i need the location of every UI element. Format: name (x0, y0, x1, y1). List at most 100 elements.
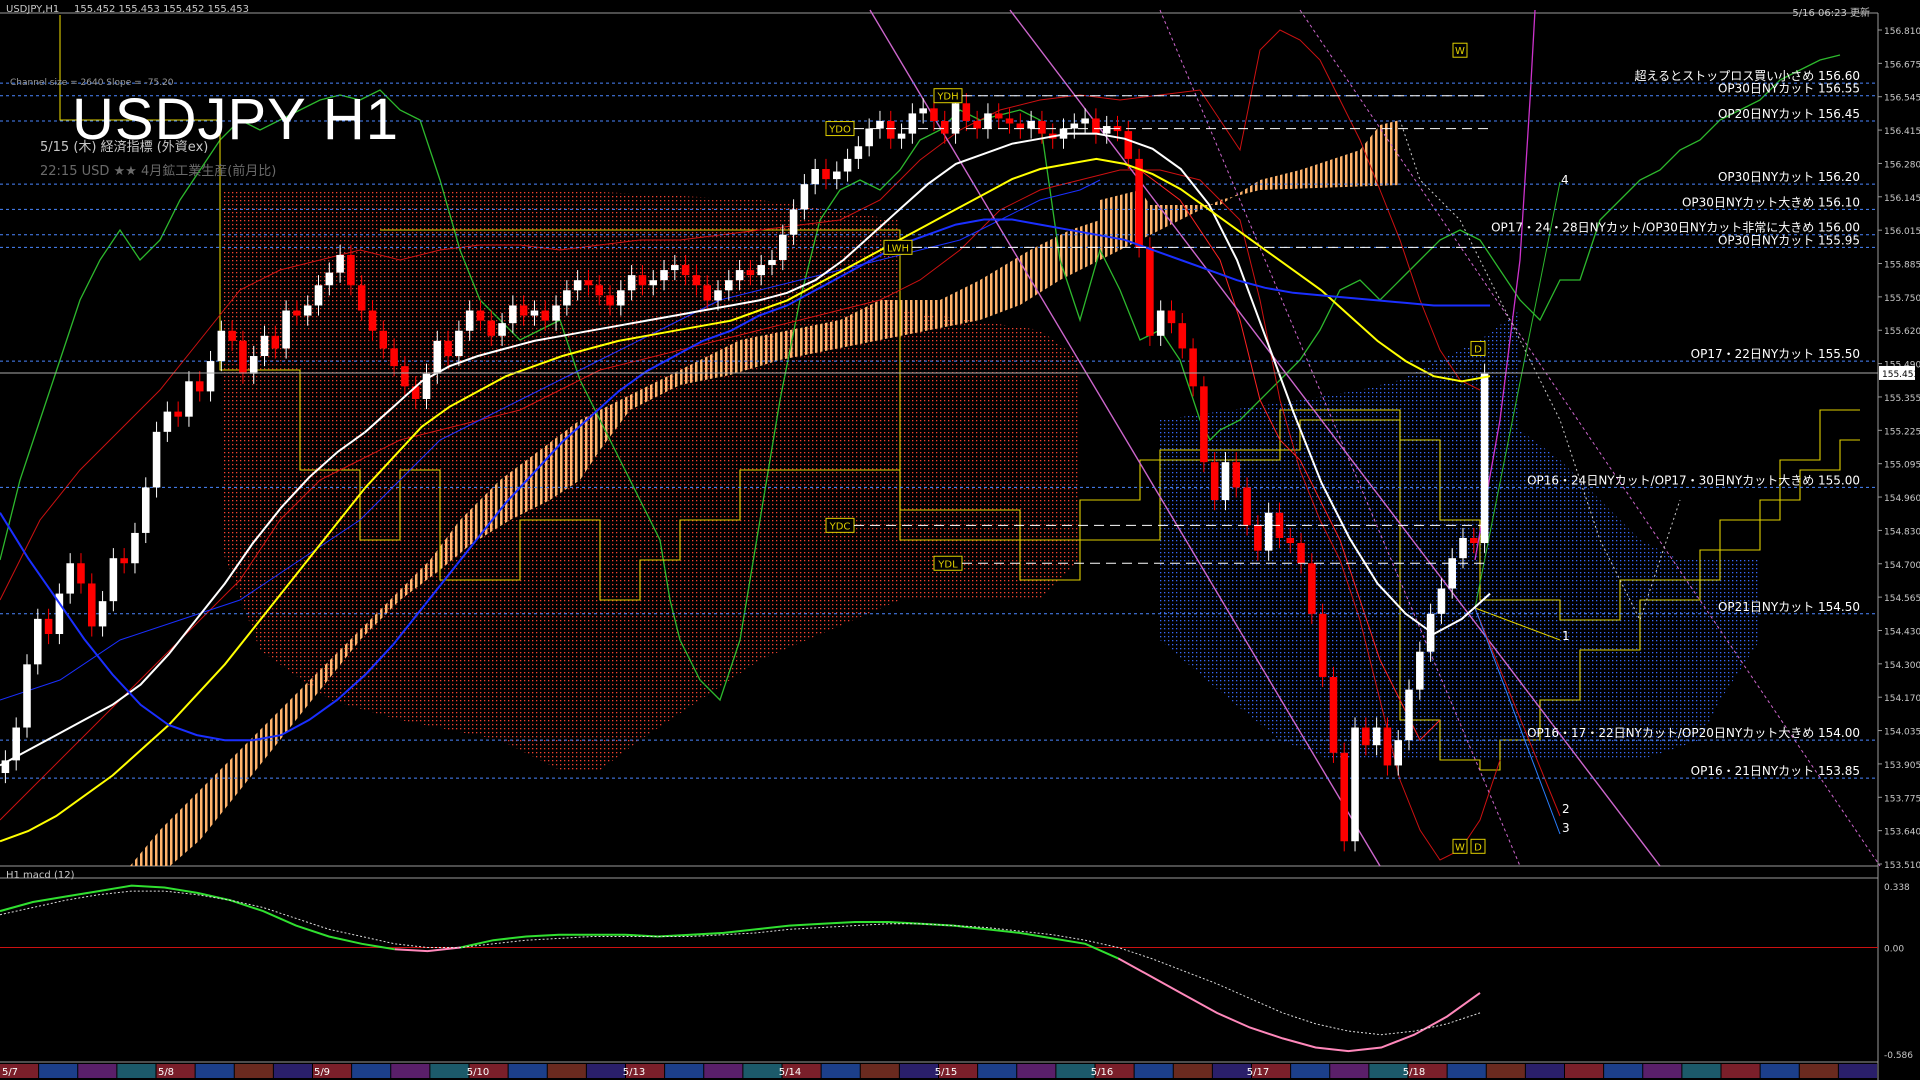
session-bar-segment (1291, 1064, 1330, 1078)
session-bar-segment (586, 1064, 625, 1078)
bull-candle (1437, 588, 1446, 614)
bear-candle (368, 310, 377, 331)
bear-candle (444, 340, 452, 357)
bear-candle (1167, 310, 1176, 324)
session-bar-segment (899, 1064, 938, 1078)
date-label: 5/10 (467, 1067, 489, 1078)
bear-candle (347, 254, 355, 286)
bull-candle (206, 361, 215, 392)
bull-candle (109, 558, 118, 602)
bear-candle (584, 280, 593, 286)
price-tick-label: 155.885 (1884, 261, 1920, 271)
price-tick-label: 154.430 (1884, 627, 1920, 637)
bear-candle (1297, 543, 1305, 564)
marker-label: YDC (829, 521, 851, 532)
bear-candle (87, 583, 96, 627)
price-tick-label: 156.145 (1884, 194, 1920, 204)
bear-candle (994, 113, 1003, 119)
bull-candle (1102, 126, 1111, 134)
price-tick-label: 154.830 (1884, 527, 1920, 537)
session-bar-segment (665, 1064, 704, 1078)
wave-label: 3 (1562, 821, 1570, 835)
bear-candle (476, 310, 485, 321)
session-bar-segment (39, 1064, 78, 1078)
bull-candle (336, 254, 344, 273)
marker-label: YDL (937, 559, 958, 570)
price-level-label: OP30日NYカット大きめ 156.10 (1682, 195, 1860, 209)
date-label: 5/8 (158, 1067, 174, 1078)
bear-candle (1329, 676, 1338, 753)
bear-candle (1005, 118, 1014, 124)
bull-candle (1459, 537, 1467, 559)
session-bar-segment (78, 1064, 117, 1078)
bear-candle (1232, 462, 1241, 488)
bear-candle (1470, 537, 1478, 544)
bull-candle (282, 310, 290, 349)
bull-candle (498, 323, 506, 336)
session-bar-segment (508, 1064, 547, 1078)
bull-candle (455, 330, 463, 357)
chart-canvas: YDHYDOLWHYDCYDLWDW D 超えるとストップロス買い小さめ 156.… (0, 0, 1920, 1080)
price-tick-label: 154.170 (1884, 694, 1920, 704)
bull-candle (573, 280, 582, 291)
bear-candle (1092, 118, 1100, 134)
bear-candle (746, 270, 755, 276)
date-label: 5/13 (623, 1067, 645, 1078)
bull-candle (649, 280, 658, 286)
session-bar-segment (1760, 1064, 1799, 1078)
session-bar-segment (391, 1064, 430, 1078)
marker-label: YDO (828, 125, 851, 136)
session-bar-segment (1173, 1064, 1212, 1078)
bear-candle (1016, 123, 1025, 129)
bear-candle (930, 108, 938, 121)
session-bar-segment (234, 1064, 273, 1078)
session-bar-segment (1799, 1064, 1838, 1078)
session-bar-segment (1838, 1064, 1877, 1078)
bull-candle (152, 431, 161, 488)
price-level-label: OP16・17・22日NYカット/OP20日NYカット大きめ 154.00 (1527, 726, 1860, 740)
session-bar-segment (1565, 1064, 1604, 1078)
bull-candle (757, 265, 765, 276)
event-line: 22:15 USD ★★ 4月鉱工業生産(前月比) (40, 164, 277, 179)
event-date: 5/15 (木) 経済指標 (外資ex) (40, 140, 209, 155)
bear-candle (703, 285, 711, 301)
bear-candle (401, 366, 409, 387)
price-tick-label: 155.750 (1884, 294, 1920, 304)
marker-label: D (1474, 842, 1482, 853)
bull-candle (984, 113, 992, 129)
bear-candle (940, 120, 949, 134)
bull-candle (768, 259, 776, 266)
bull-candle (1081, 118, 1089, 124)
price-tick-label: 156.810 (1884, 27, 1920, 37)
session-bar-segment (860, 1064, 899, 1078)
bull-candle (1070, 123, 1079, 129)
bear-candle (1318, 613, 1327, 677)
bull-candle (163, 411, 172, 432)
bull-candle (217, 330, 226, 362)
bull-candle (1480, 373, 1489, 544)
bull-candle (951, 103, 960, 134)
bear-candle (1340, 752, 1349, 842)
bear-candle (681, 265, 690, 276)
time-axis: 5/7 5/8 5/9 5/10 5/13 5/14 5/15 5/16 5/17 5/18 (0, 1064, 1877, 1078)
bull-candle (530, 310, 539, 316)
bear-candle (886, 120, 895, 139)
bull-candle (185, 381, 193, 417)
bull-candle (1027, 120, 1035, 129)
bull-candle (865, 128, 873, 147)
price-tick-label: 156.280 (1884, 160, 1920, 170)
price-level-label: OP17・22日NYカット 155.50 (1691, 347, 1860, 361)
bull-candle (98, 601, 107, 627)
bull-candle (66, 563, 74, 594)
marker-label: LWH (887, 243, 909, 254)
bear-candle (1383, 727, 1392, 766)
bear-candle (390, 348, 398, 367)
bear-candle (1135, 158, 1143, 248)
session-bar-segment (1604, 1064, 1643, 1078)
price-tick-label: 153.905 (1884, 761, 1920, 771)
bear-candle (120, 558, 128, 564)
bull-candle (314, 285, 323, 306)
price-tick-label: 156.675 (1884, 60, 1920, 70)
macd-tick-label: -0.586 (1884, 1051, 1913, 1061)
bear-candle (638, 275, 647, 286)
